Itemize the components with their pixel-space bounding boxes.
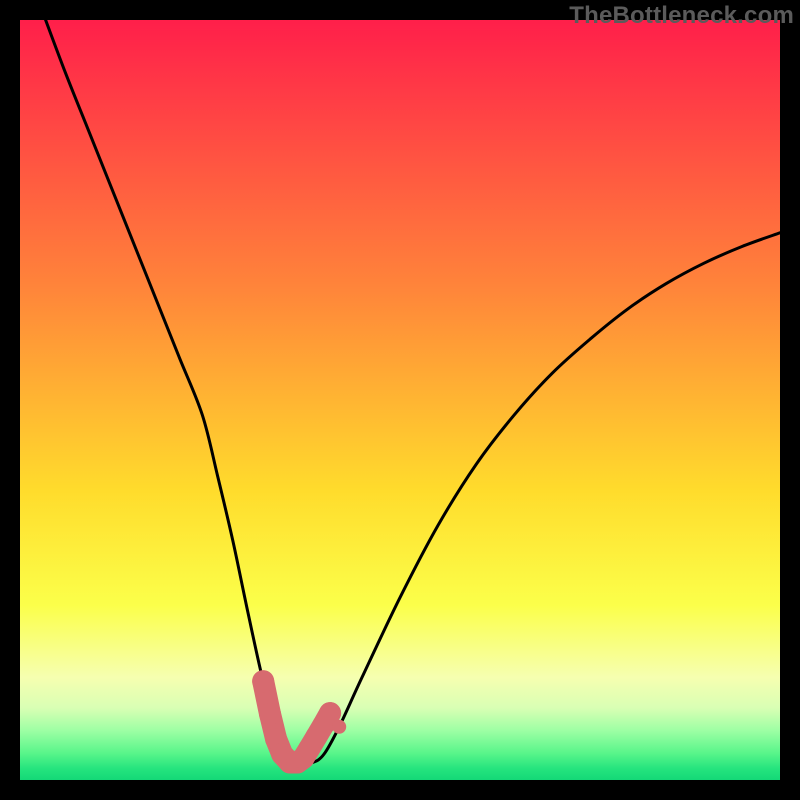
marker-group [252, 670, 341, 773]
marker-dot [259, 703, 281, 725]
bottleneck-curve [43, 20, 780, 764]
marker-dot [252, 670, 274, 692]
chart-frame [20, 20, 780, 780]
watermark-text: TheBottleneck.com [569, 2, 794, 30]
outlier-marker [332, 720, 346, 734]
chart-overlay [20, 20, 780, 780]
